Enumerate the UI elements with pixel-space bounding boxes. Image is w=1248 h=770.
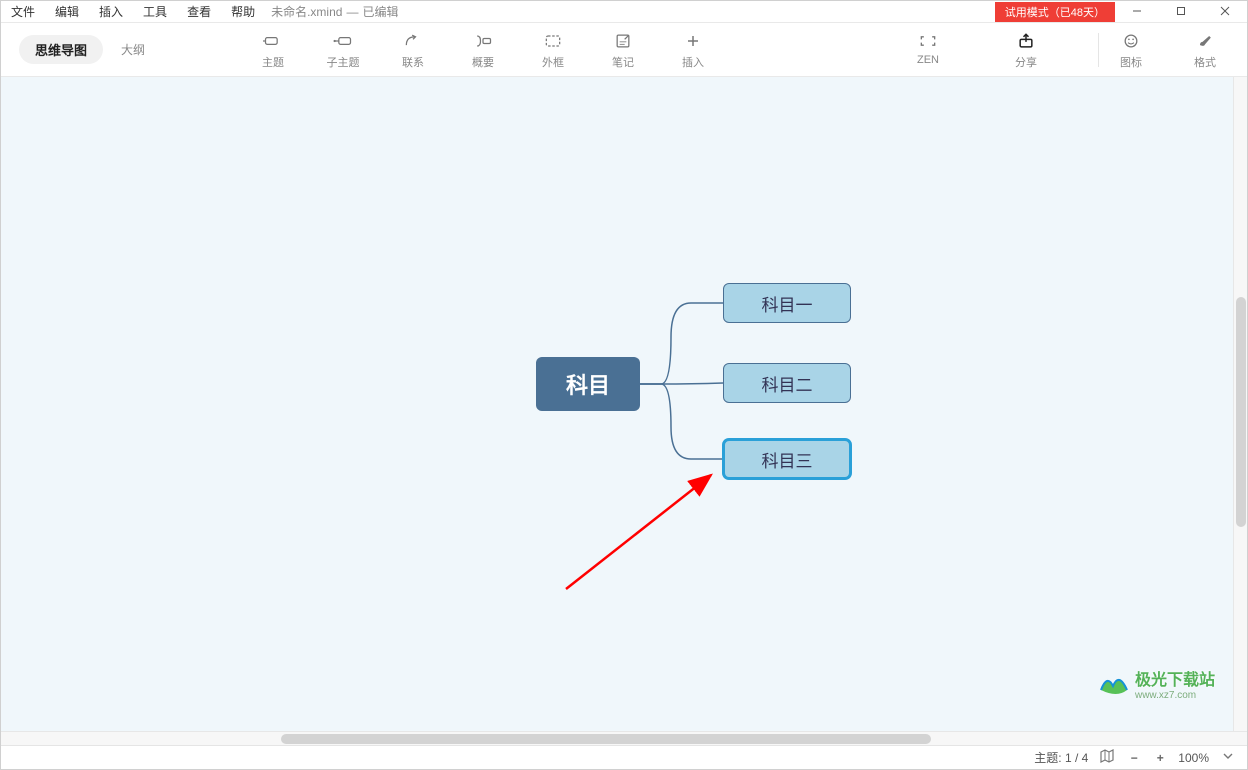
- tool-zen[interactable]: ZEN: [904, 30, 952, 70]
- annotation-arrow: [561, 469, 741, 599]
- zoom-dropdown[interactable]: [1219, 749, 1237, 767]
- boundary-icon: [543, 30, 563, 52]
- window-close-button[interactable]: [1203, 1, 1247, 23]
- title-bar: 文件 编辑 插入 工具 查看 帮助 未命名.xmind—已编辑 试用模式（已48…: [1, 1, 1247, 23]
- tool-label: 插入: [682, 54, 704, 70]
- window-maximize-button[interactable]: [1159, 1, 1203, 23]
- tool-note[interactable]: 笔记: [599, 30, 647, 70]
- tool-icons[interactable]: 图标: [1107, 30, 1155, 70]
- subtopic-3[interactable]: 科目三: [723, 439, 851, 479]
- summary-icon: [473, 30, 493, 52]
- workspace: 科目 科目一 科目二 科目三 极光下载站 www.xz7.com: [1, 77, 1247, 731]
- note-icon: [613, 30, 633, 52]
- menu-bar: 文件 编辑 插入 工具 查看 帮助: [1, 0, 265, 23]
- document-title: 未命名.xmind—已编辑: [271, 3, 398, 20]
- zoom-in-button[interactable]: +: [1152, 751, 1168, 765]
- tool-share[interactable]: 分享: [1002, 30, 1050, 70]
- tool-label: 外框: [542, 54, 564, 70]
- topic-icon: [263, 30, 283, 52]
- trial-badge[interactable]: 试用模式（已48天）: [995, 2, 1115, 22]
- scrollbar-thumb[interactable]: [1236, 297, 1246, 527]
- tool-format[interactable]: 格式: [1181, 30, 1229, 70]
- zoom-out-button[interactable]: −: [1126, 751, 1142, 765]
- tool-insert[interactable]: 插入: [669, 30, 717, 70]
- tool-topic[interactable]: 主题: [249, 30, 297, 70]
- watermark-icon: [1097, 668, 1129, 700]
- menu-insert[interactable]: 插入: [89, 0, 133, 23]
- status-bar: 主题: 1 / 4 − + 100%: [1, 745, 1247, 769]
- horizontal-scrollbar[interactable]: [1, 731, 1247, 745]
- tool-label: 格式: [1194, 54, 1216, 70]
- toolbar: 思维导图 大纲 主题 子主题 联系 概要: [1, 23, 1247, 77]
- relation-icon: [403, 30, 423, 52]
- tool-label: 概要: [472, 54, 494, 70]
- tool-summary[interactable]: 概要: [459, 30, 507, 70]
- subtopic-icon: [333, 30, 353, 52]
- map-icon: [1100, 749, 1114, 766]
- menu-edit[interactable]: 编辑: [45, 0, 89, 23]
- plus-icon: [683, 30, 703, 52]
- map-overview-button[interactable]: [1098, 749, 1116, 767]
- menu-help[interactable]: 帮助: [221, 0, 265, 23]
- zen-icon: [918, 30, 938, 52]
- tool-label: 笔记: [612, 54, 634, 70]
- tool-subtopic[interactable]: 子主题: [319, 30, 367, 70]
- close-icon: [1220, 5, 1230, 19]
- mindmap-canvas[interactable]: 科目 科目一 科目二 科目三 极光下载站 www.xz7.com: [1, 77, 1233, 731]
- tool-label: ZEN: [917, 54, 939, 66]
- watermark: 极光下载站 www.xz7.com: [1097, 666, 1215, 701]
- zoom-level[interactable]: 100%: [1178, 751, 1209, 765]
- brush-icon: [1195, 30, 1215, 52]
- menu-view[interactable]: 查看: [177, 0, 221, 23]
- menu-tools[interactable]: 工具: [133, 0, 177, 23]
- maximize-icon: [1176, 5, 1186, 19]
- tool-label: 主题: [262, 54, 284, 70]
- tab-mindmap[interactable]: 思维导图: [19, 35, 103, 64]
- subtopic-2[interactable]: 科目二: [723, 363, 851, 403]
- tool-label: 子主题: [327, 54, 360, 70]
- minimize-icon: [1132, 5, 1142, 19]
- tool-relation[interactable]: 联系: [389, 30, 437, 70]
- smiley-icon: [1121, 30, 1141, 52]
- watermark-text: 极光下载站: [1135, 672, 1215, 689]
- tool-label: 分享: [1015, 54, 1037, 70]
- menu-file[interactable]: 文件: [1, 0, 45, 23]
- tool-label: 联系: [402, 54, 424, 70]
- tool-boundary[interactable]: 外框: [529, 30, 577, 70]
- central-topic[interactable]: 科目: [536, 357, 640, 411]
- topic-count: 主题: 1 / 4: [1034, 749, 1088, 766]
- window-minimize-button[interactable]: [1115, 1, 1159, 23]
- tab-outline[interactable]: 大纲: [115, 36, 151, 63]
- scrollbar-thumb[interactable]: [281, 734, 931, 744]
- share-icon: [1016, 30, 1036, 52]
- subtopic-1[interactable]: 科目一: [723, 283, 851, 323]
- watermark-url: www.xz7.com: [1135, 690, 1215, 701]
- chevron-down-icon: [1221, 749, 1235, 766]
- vertical-scrollbar[interactable]: [1233, 77, 1247, 731]
- tool-label: 图标: [1120, 54, 1142, 70]
